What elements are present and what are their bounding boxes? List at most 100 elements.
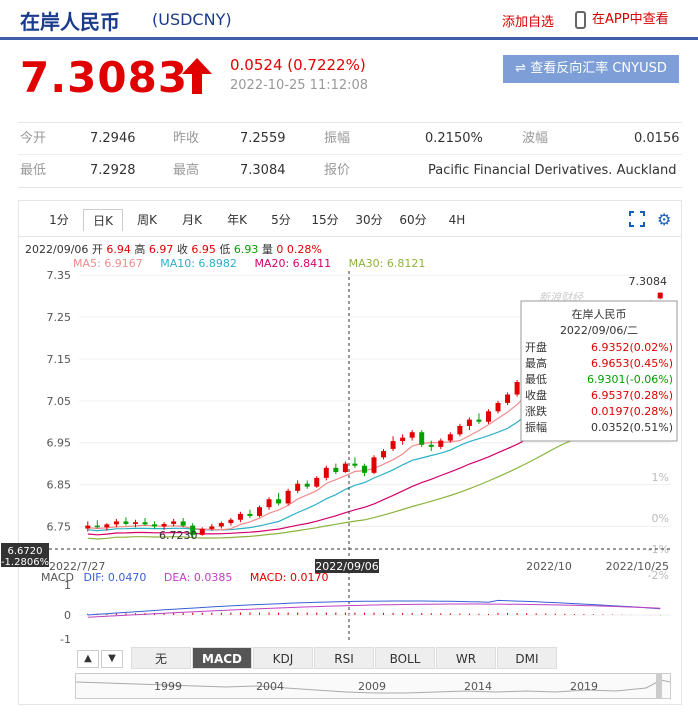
candle-body [466, 419, 472, 426]
tooltip-label: 振幅 [525, 420, 547, 434]
crosshair-pct: -1.2806% [1, 557, 49, 568]
candle-body [342, 463, 348, 472]
ind-tab-macd[interactable]: MACD [192, 647, 252, 669]
vol-lbl: 量 [261, 243, 273, 256]
candle-body [152, 524, 158, 527]
candle-body [237, 513, 243, 520]
ind-tab-boll[interactable]: BOLL [375, 647, 435, 669]
candle-body [400, 437, 406, 442]
ind-tab-wr[interactable]: WR [436, 647, 496, 669]
min-price-label: 6.7230 [159, 529, 198, 542]
candle-body [171, 521, 177, 524]
tab-monthly-k[interactable]: 月K [172, 209, 212, 231]
crosshair-price: 6.6720 [8, 546, 43, 557]
timeline-year: 1999 [154, 680, 182, 693]
y-tick-label: 7.05 [47, 395, 72, 408]
tab-5min[interactable]: 5分 [263, 209, 299, 231]
stats-row: 最低 7.2928 最高 7.3084 报价 Pacific Financial… [18, 155, 682, 187]
candle-body [161, 523, 167, 527]
quote-timestamp: 2022-10-25 11:12:08 [230, 78, 369, 93]
ohlc-summary: 2022/09/06 开 6.94 高 6.97 收 6.95 低 6.93 量… [25, 241, 322, 257]
ma20-legend: MA20: 6.8411 [254, 257, 332, 270]
ohlc-open: 6.94 [106, 243, 131, 256]
timeline-handle[interactable] [656, 674, 662, 698]
ind-tab-dmi[interactable]: DMI [497, 647, 557, 669]
macd-label: MACD [41, 571, 74, 584]
tab-1min[interactable]: 1分 [41, 209, 77, 231]
quote-source-value: Pacific Financial Derivatives. Auckland [428, 163, 677, 178]
quote-source-label: 报价 [324, 163, 351, 178]
candle-body [314, 477, 320, 487]
ind-tab-rsi[interactable]: RSI [314, 647, 374, 669]
y-tick-label: 6.75 [47, 520, 72, 533]
add-watchlist-button[interactable]: 添加自选 [502, 11, 554, 30]
scroll-down-button[interactable]: ▼ [101, 650, 123, 668]
candle-body [381, 451, 387, 458]
high-lbl: 高 [134, 243, 146, 256]
stats-table: 今开 7.2946 昨收 7.2559 振幅 0.2150% 波幅 0.0156… [18, 122, 682, 188]
macd-legend: MACD DIF: 0.0470 DEA: 0.0385 MACD: 0.017… [41, 571, 329, 584]
candle-body [476, 419, 482, 422]
ind-tab-kdj[interactable]: KDJ [253, 647, 313, 669]
y-tick-label: 7.35 [47, 269, 72, 282]
tab-weekly-k[interactable]: 周K [127, 209, 167, 231]
current-price: 7.3083 [20, 53, 189, 102]
scroll-up-button[interactable]: ▲ [77, 650, 99, 668]
tab-4h[interactable]: 4H [439, 209, 475, 231]
prev-close-value: 7.2559 [240, 131, 286, 146]
ma30-legend: MA30: 6.8121 [348, 257, 426, 270]
ma5-legend: MA5: 6.9167 [73, 257, 143, 270]
tooltip-label: 最高 [525, 356, 547, 370]
ohlc-date: 2022/09/06 [25, 243, 89, 256]
amplitude-value: 0.2150% [425, 131, 483, 146]
candle-body [323, 467, 329, 478]
stats-row: 今开 7.2946 昨收 7.2559 振幅 0.2150% 波幅 0.0156 [18, 123, 682, 155]
candle-body [505, 394, 511, 403]
tooltip-box [520, 300, 678, 442]
tooltip-value: 6.9653(0.45%) [591, 357, 673, 370]
tooltip-date: 2022/09/06/二 [560, 324, 638, 337]
tab-yearly-k[interactable]: 年K [217, 209, 257, 231]
reverse-rate-button[interactable]: ⇌ 查看反向汇率 CNYUSD [503, 55, 679, 83]
candle-body [180, 521, 186, 526]
high-label: 最高 [173, 163, 200, 178]
swap-icon: ⇌ [515, 61, 531, 76]
candlestick-chart[interactable]: 7.357.257.157.056.956.856.751%0%-1%-2%新浪… [1, 269, 681, 646]
candle-body [276, 499, 282, 504]
y-tick-label: 6.95 [47, 437, 72, 450]
candle-body [361, 465, 367, 473]
ind-tab-none[interactable]: 无 [131, 647, 191, 669]
candle-body [266, 499, 272, 508]
candle-body [228, 519, 234, 524]
tab-60min[interactable]: 60分 [393, 209, 433, 231]
timeline-year: 2009 [358, 680, 386, 693]
tab-daily-k[interactable]: 日K [83, 209, 123, 231]
candle-body [352, 463, 358, 466]
phone-icon [575, 10, 586, 29]
settings-gear-icon[interactable]: ⚙ [657, 210, 671, 229]
open-in-app-button[interactable]: 在APP中查看 [575, 8, 669, 29]
fullscreen-icon[interactable] [629, 211, 645, 227]
tooltip-label: 涨跌 [525, 404, 547, 418]
tooltip-value: 0.0352(0.51%) [591, 421, 673, 434]
candle-body [657, 292, 663, 299]
tooltip-label: 最低 [525, 373, 547, 386]
tab-30min[interactable]: 30分 [349, 209, 389, 231]
y-tick-label: 7.25 [47, 311, 72, 324]
timeline-year: 2014 [464, 680, 492, 693]
page-title: 在岸人民币 [20, 10, 120, 34]
candle-body [285, 490, 291, 504]
open-lbl: 开 [91, 243, 103, 256]
tooltip-label: 开盘 [525, 340, 547, 354]
candle-body [85, 525, 91, 529]
history-timeline-slider[interactable]: 1999 2004 2009 2014 2019 [75, 673, 671, 699]
pct-tick-label: 0% [652, 512, 669, 525]
low-label: 最低 [20, 163, 47, 178]
tab-15min[interactable]: 15分 [305, 209, 345, 231]
candle-body [447, 434, 453, 441]
reverse-rate-label: 查看反向汇率 CNYUSD [530, 61, 667, 76]
macd-y-tick: -1 [60, 633, 71, 646]
tooltip-label: 收盘 [525, 388, 547, 402]
low-lbl: 低 [219, 243, 231, 256]
macd-dea: DEA: 0.0385 [163, 571, 233, 584]
